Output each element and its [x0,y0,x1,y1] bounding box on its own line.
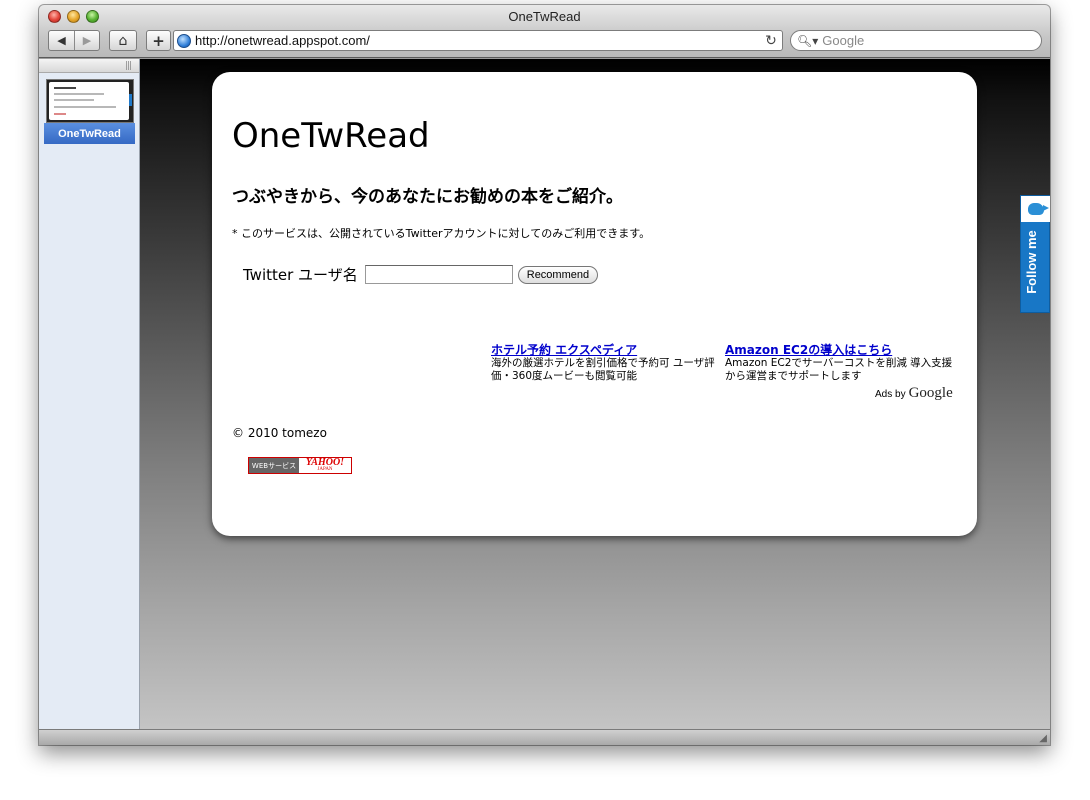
badge-left-text: WEBサービス [249,458,299,473]
back-forward-buttons: ◀ ▶ [48,30,100,51]
window-title: OneTwRead [508,9,581,24]
ad-unit: ホテル予約 エクスペディア 海外の厳選ホテルを割引価格で予約可 ユーザ評価・36… [491,343,720,383]
thumbnail-line [54,93,104,95]
site-title: OneTwRead [232,116,430,156]
ad-unit: Amazon EC2の導入はこちら Amazon EC2でサーバーコストを削減 … [725,343,961,383]
add-bookmark-button[interactable]: + [146,30,171,51]
home-button[interactable]: ⌂ [109,30,137,51]
thumbnail-preview [49,82,129,120]
bookmark-label[interactable]: OneTwRead [44,123,135,144]
ad-link[interactable]: ホテル予約 エクスペディア [491,343,720,357]
thumbnail-tab [129,94,132,106]
browser-window: OneTwRead ◀ ▶ ⌂ + http://onetwread.appsp… [39,5,1050,745]
tagline: つぶやきから、今のあなたにお勧めの本をご紹介。 [232,187,623,207]
follow-me-label: Follow me [1024,230,1039,294]
search-field[interactable]: 🔍︎▾ [790,30,1042,51]
globe-icon [177,33,191,48]
ads-by-label: Ads by [875,389,906,400]
page-viewport: OneTwRead つぶやきから、今のあなたにお勧めの本をご紹介。 * このサー… [140,59,1050,729]
search-input[interactable] [822,33,1041,48]
status-bar: ◢ [39,729,1050,745]
resize-grip-icon[interactable]: ◢ [1039,733,1047,744]
bird-shape [1028,203,1049,215]
copyright: © 2010 tomezo [232,426,327,440]
address-bar[interactable]: http://onetwread.appspot.com/ ↻ [173,30,783,51]
plus-icon: + [152,31,165,50]
back-arrow-icon[interactable]: ◀ [49,31,74,50]
window-chrome: OneTwRead ◀ ▶ ⌂ + http://onetwread.appsp… [39,5,1050,58]
google-logo: Google [908,385,953,401]
bookmarks-sidebar: ||| OneTwRead [39,59,140,729]
recommend-button[interactable]: Recommend [517,265,599,284]
sidebar-resize-grip[interactable]: ||| [125,61,132,71]
content-card: OneTwRead つぶやきから、今のあなたにお勧めの本をご紹介。 * このサー… [212,72,977,536]
yahoo-logo-sub: JAPAN [317,466,333,472]
yahoo-logo-text: YAHOO! [305,456,345,468]
thumbnail-line [54,106,116,108]
follow-me-tab[interactable]: Follow me [1020,195,1050,313]
ad-link[interactable]: Amazon EC2の導入はこちら [725,343,961,357]
ad-text: Amazon EC2でサーバーコストを削減 導入支援から運営までサポートします [725,357,953,382]
page-thumbnail[interactable] [46,79,134,123]
ad-text: 海外の厳選ホテルを割引価格で予約可 ユーザ評価・360度ムービーも閲覧可能 [491,357,715,382]
username-label: Twitter ユーザ名 [243,266,358,284]
ads-by-google[interactable]: Ads by Google [875,385,953,402]
twitter-bird-icon [1021,196,1050,222]
sidebar-header: ||| [39,59,139,73]
search-icon[interactable]: 🔍︎▾ [797,34,818,48]
service-notice: * このサービスは、公開されているTwitterアカウントに対してのみご利用でき… [232,227,651,240]
url-text[interactable]: http://onetwread.appspot.com/ [195,33,760,48]
thumbnail-line [54,99,94,101]
forward-arrow-icon[interactable]: ▶ [73,31,99,50]
recommend-form: Twitter ユーザ名 Recommend [243,264,599,285]
username-input[interactable] [364,265,513,284]
thumbnail-line [54,113,66,115]
thumbnail-line [54,87,76,89]
yahoo-web-services-badge[interactable]: WEBサービス YAHOO! JAPAN [248,457,352,474]
reload-icon[interactable]: ↻ [760,33,782,49]
yahoo-logo: YAHOO! JAPAN [299,456,351,473]
home-icon: ⌂ [118,32,128,49]
